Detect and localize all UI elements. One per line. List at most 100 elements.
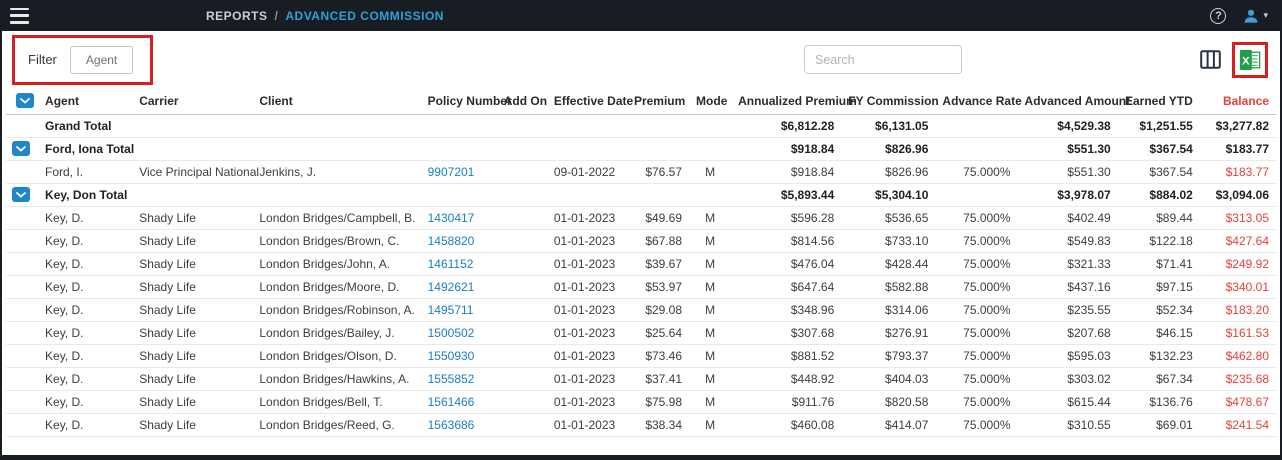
expand-all-button[interactable]	[16, 93, 35, 109]
cell-carrier: Shady Life	[132, 252, 253, 276]
cell-advanced_amount: $402.49	[1017, 206, 1118, 230]
cell-mode	[689, 183, 732, 207]
column-header-fy_commission[interactable]: FY Commission	[841, 88, 939, 115]
policy-number-link[interactable]: 1495711	[428, 303, 474, 317]
cell-advance_rate: 75.000%	[935, 206, 1018, 230]
cell-effective_date: 01-01-2023	[546, 275, 627, 299]
cell-advanced_amount: $3,978.07	[1017, 183, 1118, 207]
column-header-advance_rate[interactable]: Advance Rate	[935, 88, 1022, 115]
column-header-addon[interactable]: Add On	[496, 88, 547, 115]
column-header-effective_date[interactable]: Effective Date	[546, 88, 633, 115]
cell-advance_rate: 75.000%	[935, 367, 1018, 391]
cell-addon	[496, 229, 547, 253]
cell-client: London Bridges/Bailey, J.	[252, 321, 421, 345]
policy-number-link[interactable]: 1430417	[428, 211, 475, 225]
policy-number-link[interactable]: 1458820	[428, 234, 475, 248]
cell-fy_commission: $414.07	[841, 413, 936, 437]
filter-annotation-highlight: Filter Agent	[12, 34, 154, 85]
cell-fy_commission: $5,304.10	[841, 183, 936, 207]
table-row: Key, D. Shady Life London Bridges/Moore, D…	[6, 275, 1276, 299]
cell-effective_date: 01-01-2023	[546, 321, 627, 345]
menu-button[interactable]	[10, 7, 36, 25]
column-header-advanced_amount[interactable]: Advanced Amount	[1017, 88, 1130, 115]
cell-addon	[496, 137, 547, 161]
cell-earned_ytd: $367.54	[1117, 137, 1200, 161]
column-header-client[interactable]: Client	[252, 88, 421, 115]
cell-policy: 1458820	[420, 229, 497, 253]
cell-mode: M	[689, 390, 732, 414]
cell-advance_rate: 75.000%	[935, 275, 1018, 299]
table-row: Key, D. Shady Life London Bridges/Campbell…	[6, 206, 1276, 230]
help-icon[interactable]: ?	[1210, 7, 1227, 24]
cell-policy: 9907201	[420, 160, 497, 184]
cell-client: London Bridges/Bell, T.	[252, 390, 421, 414]
policy-number-link[interactable]: 1500502	[428, 326, 475, 340]
table-row: Key, D. Shady Life London Bridges/Bailey, …	[6, 321, 1276, 345]
user-menu-button[interactable]: ▾	[1243, 8, 1268, 24]
cell-addon	[496, 390, 547, 414]
row-expander-cell	[6, 413, 39, 437]
cell-advanced_amount: $595.03	[1017, 344, 1118, 368]
horizontal-scrollbar[interactable]	[2, 455, 1280, 460]
policy-number-link[interactable]: 1555852	[428, 372, 475, 386]
column-header-mode[interactable]: Mode	[689, 88, 732, 115]
chevron-down-icon	[16, 191, 26, 198]
group-collapse-button[interactable]	[12, 141, 30, 157]
column-header-carrier[interactable]: Carrier	[132, 88, 253, 115]
cell-effective_date	[546, 114, 627, 138]
export-excel-button[interactable]: X	[1238, 48, 1262, 72]
cell-advanced_amount: $551.30	[1017, 160, 1118, 184]
cell-premium: $73.46	[626, 344, 690, 368]
cell-premium: $37.41	[626, 367, 690, 391]
columns-icon	[1200, 50, 1221, 69]
policy-number-link[interactable]: 1492621	[428, 280, 475, 294]
cell-advanced_amount: $437.16	[1017, 275, 1118, 299]
row-expander-cell	[6, 137, 39, 161]
breadcrumb-section[interactable]: REPORTS	[206, 9, 268, 23]
cell-client: London Bridges/Olson, D.	[252, 344, 421, 368]
export-annotation-highlight: X	[1232, 41, 1268, 78]
cell-carrier: Shady Life	[132, 275, 253, 299]
search-input[interactable]	[804, 45, 962, 74]
cell-agent: Key, D.	[38, 206, 133, 230]
cell-fy_commission: $276.91	[841, 321, 936, 345]
column-header-policy[interactable]: Policy Number	[420, 88, 512, 115]
policy-number-link[interactable]: 1561466	[428, 395, 475, 409]
commission-table: Agent Carrier Client Policy Number Add On Eff…	[6, 88, 1276, 437]
cell-effective_date: 01-01-2023	[546, 252, 627, 276]
cell-earned_ytd: $69.01	[1117, 413, 1200, 437]
policy-number-link[interactable]: 1461152	[428, 257, 474, 271]
cell-agent: Key, D.	[38, 298, 133, 322]
cell-balance: $462.80	[1199, 344, 1276, 368]
cell-balance: $161.53	[1199, 321, 1276, 345]
column-chooser-button[interactable]	[1198, 48, 1223, 71]
row-expander-cell	[6, 321, 39, 345]
column-header-agent[interactable]: Agent	[38, 88, 133, 115]
cell-advance_rate	[935, 183, 1018, 207]
group-collapse-button[interactable]	[12, 187, 30, 203]
cell-client: London Bridges/Robinson, A.	[252, 298, 421, 322]
column-header-annualized_premium[interactable]: Annualized Premium	[731, 88, 857, 115]
policy-number-link[interactable]: 1563686	[428, 418, 475, 432]
row-expander-cell	[6, 206, 39, 230]
toolbar-right: X	[804, 41, 1270, 78]
filter-agent-button[interactable]: Agent	[69, 45, 134, 74]
column-header-earned_ytd[interactable]: Earned YTD	[1117, 88, 1200, 115]
cell-balance: $183.77	[1199, 137, 1276, 161]
table-row: Key, D. Shady Life London Bridges/Olson, D…	[6, 344, 1276, 368]
cell-premium: $39.67	[626, 252, 690, 276]
cell-advanced_amount: $551.30	[1017, 137, 1118, 161]
policy-number-link[interactable]: 1550930	[428, 349, 475, 363]
column-header-balance[interactable]: Balance	[1199, 88, 1276, 115]
cell-advance_rate	[935, 114, 1018, 138]
cell-balance: $3,277.82	[1199, 114, 1276, 138]
cell-advanced_amount: $303.02	[1017, 367, 1118, 391]
column-header-premium[interactable]: Premium	[626, 88, 690, 115]
policy-number-link[interactable]: 9907201	[428, 165, 475, 179]
cell-mode: M	[689, 160, 732, 184]
row-expander-cell	[6, 160, 39, 184]
table-row-group: Ford, Iona Total $918.84 $826.96 $551.30 $36…	[6, 137, 1276, 161]
cell-fy_commission: $733.10	[841, 229, 936, 253]
cell-carrier: Vice Principal National	[132, 160, 259, 184]
cell-annualized_premium: $647.64	[731, 275, 842, 299]
